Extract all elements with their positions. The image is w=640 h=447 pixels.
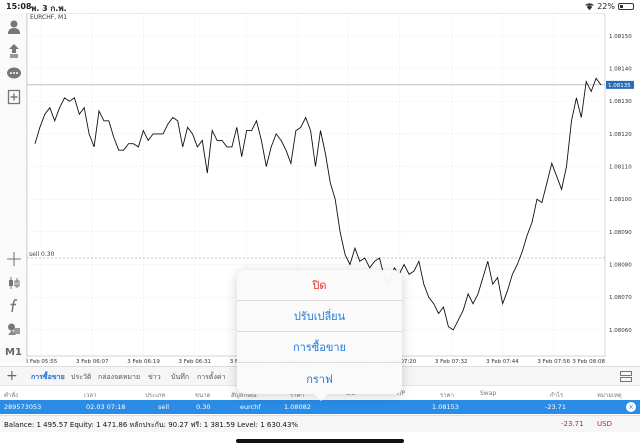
y-tick-label: 1.08080 [609, 263, 632, 269]
home-indicator[interactable] [236, 439, 404, 443]
col-profit: กำไร [550, 392, 564, 399]
balance-summary: Balance: 1 495.57 Equity: 1 471.86 หลักป… [4, 421, 299, 429]
total-profit: -23.71 [561, 420, 584, 428]
cell-profit: -23.71 [545, 403, 566, 411]
close-position-icon[interactable]: × [626, 402, 636, 412]
tab-history[interactable]: ประวัติ [71, 372, 91, 383]
tab-trade[interactable]: การซื้อขาย [31, 372, 65, 383]
table-row[interactable]: 289573053 02.03 07:18 sell 0.30 eurchf 1… [0, 400, 640, 414]
menu-item-close[interactable]: ปิด [237, 270, 402, 301]
x-tick-label: 3 Feb 07:32 [435, 359, 468, 365]
tab-settings[interactable]: การตั้งค่า [197, 372, 226, 383]
cell-order: 289573053 [4, 403, 42, 411]
balance-bar: Balance: 1 495.57 Equity: 1 471.86 หลักป… [0, 415, 640, 432]
wifi-icon [585, 3, 594, 10]
home-indicator-area [0, 432, 640, 447]
timeframe-label: M1 [5, 346, 22, 358]
y-tick-label: 1.08070 [609, 295, 632, 301]
menu-item-trade[interactable]: การซื้อขาย [237, 332, 402, 363]
col-volume: ขนาด [195, 392, 211, 399]
battery-icon [618, 3, 634, 10]
status-right: 22% [585, 2, 634, 11]
col-order: คำสั่ง [4, 392, 18, 399]
menu-item-modify[interactable]: ปรับเปลี่ยน [237, 301, 402, 332]
chat-icon[interactable] [3, 64, 24, 84]
add-chart-icon[interactable] [3, 87, 24, 107]
cell-price: 1.08082 [284, 403, 311, 411]
position-context-menu: ปิด ปรับเปลี่ยน การซื้อขาย กราฟ [237, 270, 402, 394]
menu-item-chart[interactable]: กราฟ [237, 363, 402, 394]
tab-mailbox[interactable]: กล่องจดหมาย [98, 372, 140, 383]
col-time: เวลา [84, 392, 97, 399]
y-tick-label: 1.08150 [609, 34, 632, 40]
current-price-label: 1.08135 [608, 83, 631, 89]
y-tick-label: 1.08090 [609, 230, 632, 236]
tab-journal[interactable]: บันทึก [171, 372, 189, 383]
y-tick-label: 1.08120 [609, 132, 632, 138]
left-toolbar: M1 [0, 13, 27, 363]
col-type: ประเภท [145, 392, 166, 399]
crosshair-icon[interactable] [3, 249, 24, 269]
panel-toggle-icon[interactable] [620, 371, 632, 382]
currency-label: USD [597, 420, 612, 428]
objects-icon[interactable] [3, 319, 24, 339]
col-current-price: ราคา [440, 392, 454, 399]
y-tick-label: 1.08130 [609, 99, 632, 105]
status-bar: 15:08 พ. 3 ก.พ. 22% [0, 0, 640, 13]
y-tick-label: 1.08110 [609, 165, 632, 171]
y-tick-label: 1.08060 [609, 328, 632, 334]
x-tick-label: 3 Feb 07:44 [486, 359, 519, 365]
col-swap: Swap [480, 390, 497, 397]
x-tick-label: 3 Feb 07:56 [537, 359, 570, 365]
cell-type: sell [158, 403, 169, 411]
trade-arrows-icon[interactable] [3, 41, 24, 61]
candles-icon[interactable] [3, 273, 24, 293]
tab-news[interactable]: ข่าว [148, 372, 161, 383]
cell-time: 02.03 07:18 [86, 403, 126, 411]
timeframe-button[interactable]: M1 [3, 342, 24, 362]
x-tick-label: 3 Feb 08:08 [572, 359, 605, 365]
cell-symbol: eurchf [240, 403, 261, 411]
x-tick-label: 3 Feb 05:55 [27, 359, 58, 365]
x-tick-label: 3 Feb 06:31 [179, 359, 212, 365]
col-comment: หมายเหตุ [597, 392, 622, 399]
sell-level-label: sell 0.30 [29, 251, 55, 258]
status-time: 15:08 [6, 2, 32, 11]
indicator-f-icon[interactable] [3, 296, 24, 316]
menu-pointer [313, 393, 329, 401]
cell-volume: 0.30 [196, 403, 211, 411]
x-tick-label: 3 Feb 06:07 [76, 359, 109, 365]
new-order-plus-icon[interactable]: + [6, 369, 18, 383]
cell-current-price: 1.08153 [432, 403, 459, 411]
battery-percent: 22% [597, 2, 615, 11]
y-tick-label: 1.08140 [609, 67, 632, 73]
y-tick-label: 1.08100 [609, 197, 632, 203]
x-tick-label: 3 Feb 06:19 [127, 359, 160, 365]
user-icon[interactable] [3, 17, 24, 37]
